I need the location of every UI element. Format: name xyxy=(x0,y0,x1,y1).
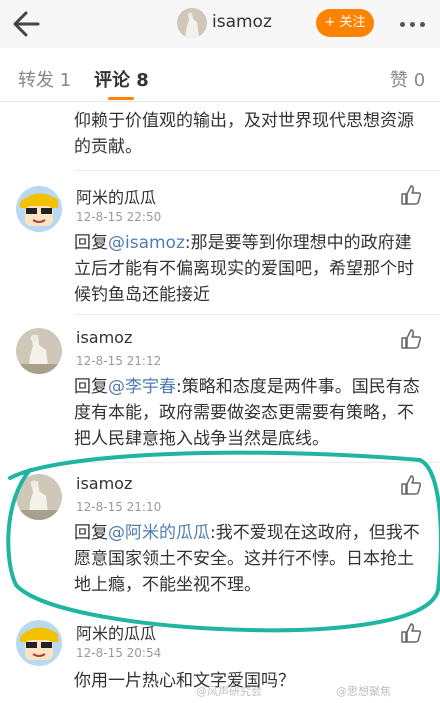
commenter-name[interactable]: isamoz xyxy=(76,474,132,493)
tab-comments[interactable]: 评论 8 xyxy=(94,66,149,92)
comment-time: 12-8-15 21:10 xyxy=(76,500,162,514)
follow-button[interactable]: + 关注 xyxy=(316,9,374,37)
comment-divider xyxy=(74,314,440,315)
like-button[interactable] xyxy=(400,622,422,644)
back-button[interactable] xyxy=(6,4,50,44)
comment-divider xyxy=(74,170,440,171)
comment-text: 回复@阿米的瓜瓜:我不爱现在这政府，但我不愿意国家领土不安全。这并行不悖。日本抢… xyxy=(74,523,420,595)
post-tabs: 转发 1 评论 8 赞 0 xyxy=(0,54,440,102)
comment-time: 12-8-15 20:54 xyxy=(76,646,162,660)
comment-time: 12-8-15 22:50 xyxy=(76,210,162,224)
mention-link[interactable]: @阿米的瓜瓜 xyxy=(108,523,210,543)
like-button[interactable] xyxy=(400,474,422,496)
comment-time: 12-8-15 21:12 xyxy=(76,354,162,368)
thumbs-up-icon xyxy=(401,475,422,495)
commenter-avatar[interactable] xyxy=(16,474,62,520)
like-button[interactable] xyxy=(400,184,422,206)
tab-repost[interactable]: 转发 1 xyxy=(18,66,71,92)
commenter-avatar[interactable] xyxy=(16,186,62,232)
more-dots-icon xyxy=(400,22,405,27)
thumbs-up-icon xyxy=(401,623,422,643)
thumbs-up-icon xyxy=(401,329,422,349)
top-nav-bar: isamoz + 关注 xyxy=(0,0,440,48)
commenter-name[interactable]: isamoz xyxy=(76,328,132,347)
commenter-name[interactable]: 阿米的瓜瓜 xyxy=(76,620,156,644)
header-username[interactable]: isamoz xyxy=(212,12,272,32)
watermark-left: @风声研究会 xyxy=(196,685,262,698)
more-button[interactable] xyxy=(392,6,432,42)
mention-link[interactable]: @李宇春 xyxy=(108,377,176,397)
commenter-avatar[interactable] xyxy=(16,620,62,666)
mention-link[interactable]: @isamoz xyxy=(108,233,185,253)
active-tab-indicator xyxy=(108,97,134,100)
back-arrow-icon xyxy=(13,11,40,37)
like-button[interactable] xyxy=(400,328,422,350)
commenter-name[interactable]: 阿米的瓜瓜 xyxy=(76,184,156,208)
comment-text: 回复@李宇春:策略和态度是两件事。国民有态度有本能，政府需要做姿态更需要有策略，… xyxy=(74,377,420,449)
commenter-avatar[interactable] xyxy=(16,328,62,374)
comment-text: 回复@isamoz:那是要等到你理想中的政府建立后才能有不偏离现实的爱国吧，希望… xyxy=(74,233,414,305)
previous-comment-text: 仰赖于价值观的输出，及对世界现代思想资源的贡献。 xyxy=(74,111,414,157)
watermark-right: @思想聚焦 xyxy=(336,685,391,698)
comment-divider xyxy=(74,462,440,463)
header-avatar[interactable] xyxy=(177,8,207,38)
tab-likes[interactable]: 赞 0 xyxy=(390,66,425,92)
thumbs-up-icon xyxy=(401,185,422,205)
